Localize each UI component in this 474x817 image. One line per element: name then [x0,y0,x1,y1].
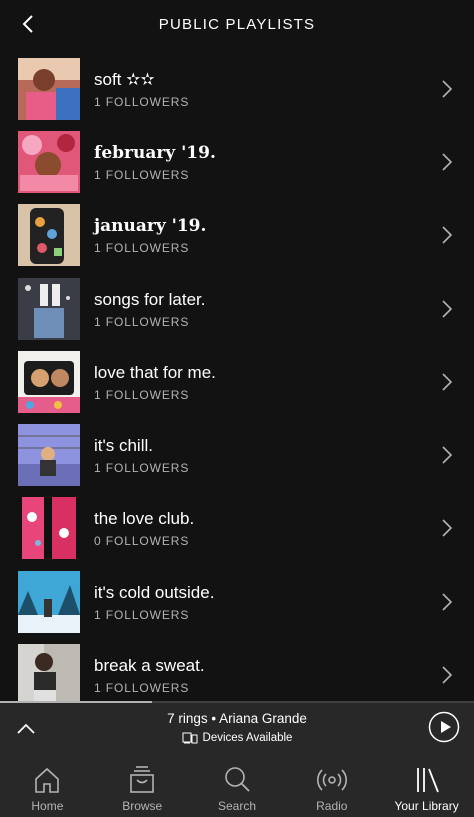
playlist-followers: 1 FOLLOWERS [94,314,190,329]
chevron-right-icon [442,226,453,244]
chevron-right-icon [442,153,453,171]
playlist-followers: 1 FOLLOWERS [94,241,190,256]
playlist-followers: 1 FOLLOWERS [94,387,190,402]
playlist-name: break a sweat. [94,656,205,676]
now-playing-track: 7 rings • Ariana Grande [167,711,307,726]
playlist-followers: 1 FOLLOWERS [94,94,190,109]
playlist-name: the love club. [94,509,195,529]
playlist-row-soft[interactable]: soft ✫✫ 1 FOLLOWERS [0,52,474,125]
library-icon [416,768,439,793]
tab-browse[interactable]: Browse [95,755,190,817]
playlist-followers: 1 FOLLOWERS [94,461,190,476]
devices-icon [182,732,198,744]
playlist-name: it's cold outside. [94,582,215,602]
tab-search[interactable]: Search [190,755,285,817]
tab-label: Radio [316,799,348,813]
playlist-cover [18,204,80,267]
chevron-left-icon [22,15,33,33]
devices-label: Devices Available [202,732,293,744]
playlist-followers: 1 FOLLOWERS [94,607,190,622]
tab-home[interactable]: Home [0,755,95,817]
playlist-row-its-cold-outside[interactable]: it's cold outside. 1 FOLLOWERS [0,565,474,638]
playlist-followers: 0 FOLLOWERS [94,534,190,549]
radio-icon [316,769,347,791]
chevron-right-icon [442,80,453,98]
tab-label: Browse [122,799,163,813]
chevron-right-icon [442,373,453,391]
tab-label: Home [31,799,64,813]
back-button[interactable] [14,10,42,38]
chevron-right-icon [442,519,453,537]
playlist-row-january[interactable]: january '19. 1 FOLLOWERS [0,199,474,272]
playlist-name: january '19. [94,216,207,237]
playlist-cover [18,57,80,120]
playlist-list: soft ✫✫ 1 FOLLOWERS february '19. 1 FOLL… [0,52,474,712]
playlist-row-the-love-club[interactable]: the love club. 0 FOLLOWERS [0,492,474,565]
playlist-name: it's chill. [94,436,153,456]
playlist-cover [18,350,80,413]
playlist-row-its-chill[interactable]: it's chill. 1 FOLLOWERS [0,418,474,491]
playlist-name: soft ✫✫ [94,69,155,89]
tab-radio[interactable]: Radio [284,755,379,817]
playlist-cover [18,570,80,633]
play-icon[interactable] [428,711,460,743]
header: PUBLIC PLAYLISTS [0,0,474,48]
playlist-row-love-that-for-me[interactable]: love that for me. 1 FOLLOWERS [0,345,474,418]
playlist-followers: 1 FOLLOWERS [94,167,190,182]
playlist-row-february[interactable]: february '19. 1 FOLLOWERS [0,125,474,198]
playlist-cover [18,644,80,707]
bottom-tab-bar: Home Browse Search Radio Your Library [0,755,474,817]
now-playing-bar[interactable]: 7 rings • Ariana Grande Devices Availabl… [0,703,474,755]
playlist-cover [18,424,80,487]
playlist-name: february '19. [94,142,216,163]
playlist-cover [18,497,80,560]
playlist-followers: 1 FOLLOWERS [94,681,190,696]
tab-label: Search [217,799,256,813]
chevron-right-icon [442,593,453,611]
playlist-row-songs-for-later[interactable]: songs for later. 1 FOLLOWERS [0,272,474,345]
search-icon [225,767,250,792]
chevron-right-icon [442,446,453,464]
tab-your-library[interactable]: Your Library [379,755,474,817]
playlist-name: love that for me. [94,362,216,382]
devices-available[interactable]: Devices Available [0,732,474,744]
playlist-cover [18,130,80,193]
home-icon [35,767,60,793]
chevron-right-icon [442,666,453,684]
browse-icon [130,766,154,793]
page-title: PUBLIC PLAYLISTS [158,15,316,33]
playlist-cover [18,277,80,340]
tab-label: Your Library [394,799,459,813]
chevron-right-icon [442,299,453,318]
playlist-name: songs for later. [94,289,206,309]
